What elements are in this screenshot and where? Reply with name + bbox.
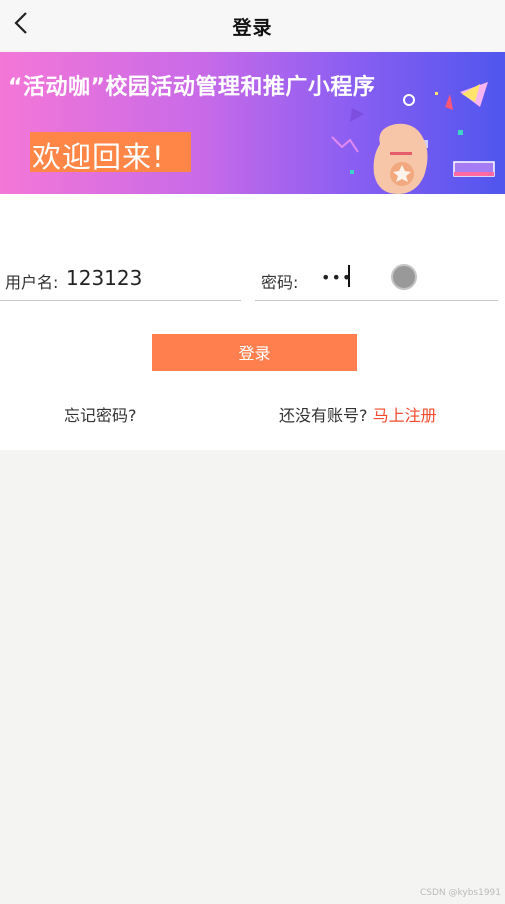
register-link[interactable]: 马上注册 xyxy=(373,406,437,425)
circle-toggle-icon[interactable] xyxy=(391,264,417,290)
username-field: 用户名: xyxy=(0,260,241,301)
page-title: 登录 xyxy=(232,17,273,39)
forgot-password-link[interactable]: 忘记密码? xyxy=(64,402,137,426)
register-row: 还没有账号? 马上注册 xyxy=(279,402,437,426)
no-account-text: 还没有账号? xyxy=(279,406,368,425)
password-label: 密码: xyxy=(261,273,299,292)
password-field: 密码: ••• xyxy=(255,260,498,301)
username-label: 用户名: xyxy=(5,273,59,292)
username-input[interactable] xyxy=(66,266,236,290)
welcome-text: 欢迎回来! xyxy=(32,140,165,174)
login-form: 用户名: 密码: ••• 登录 忘记密码? 还没有账号? 马上注册 xyxy=(0,194,505,450)
watermark: CSDN @kybs1991 xyxy=(419,888,501,898)
banner-decoration-icon xyxy=(331,82,495,194)
nav-bar: 登录 xyxy=(0,0,505,50)
banner: “活动咖”校园活动管理和推广小程序 欢迎回来! xyxy=(0,52,505,194)
text-caret xyxy=(348,265,350,287)
welcome-badge: 欢迎回来! xyxy=(30,132,191,174)
login-button[interactable]: 登录 xyxy=(152,334,357,371)
password-input[interactable]: ••• xyxy=(321,268,381,287)
